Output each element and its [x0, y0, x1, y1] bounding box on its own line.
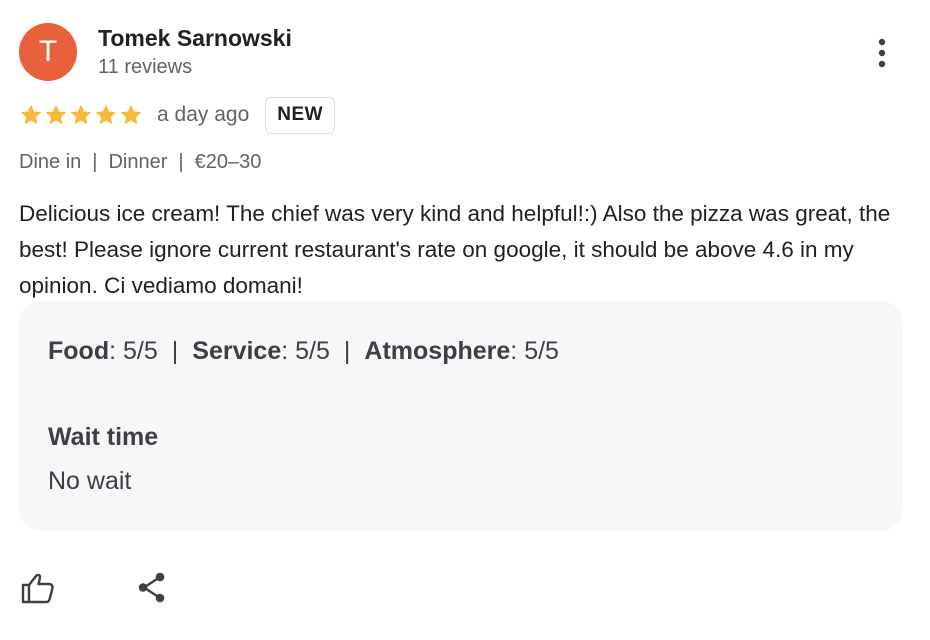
food-rating-value: 5/5	[123, 337, 158, 365]
rating-separator: |	[343, 337, 351, 365]
star-icon	[45, 104, 67, 125]
avatar[interactable]: T	[19, 23, 77, 81]
meta-meal-type: Dinner	[108, 151, 168, 173]
star-icon	[95, 104, 117, 125]
meta-separator: |	[178, 151, 184, 173]
food-rating-label: Food	[48, 337, 110, 365]
wait-time-label: Wait time	[48, 423, 159, 451]
share-button[interactable]	[132, 568, 172, 608]
atmosphere-rating-label: Atmosphere	[364, 337, 511, 365]
avatar-initial: T	[38, 35, 58, 68]
star-rating	[19, 103, 143, 127]
author-review-count: 11 reviews	[98, 56, 193, 78]
thumb-up-icon	[21, 573, 54, 604]
review-attributes: Food: 5/5 | Service: 5/5 | Atmosphere: 5…	[19, 301, 903, 531]
aspect-ratings: Food: 5/5 | Service: 5/5 | Atmosphere: 5…	[48, 337, 559, 365]
visit-meta: Dine in | Dinner | €20–30	[19, 151, 261, 174]
atmosphere-rating-value: 5/5	[524, 337, 559, 365]
meta-separator: |	[92, 151, 98, 173]
new-badge: NEW	[265, 96, 336, 134]
star-icon	[120, 104, 142, 125]
service-rating-value: 5/5	[295, 337, 330, 365]
rating-separator: |	[171, 337, 179, 365]
more-options-button[interactable]	[864, 34, 900, 74]
like-button[interactable]	[18, 568, 58, 608]
review-age: a day ago	[157, 103, 250, 126]
meta-price-range: €20–30	[194, 151, 262, 173]
review-card: T Tomek Sarnowski 11 reviews a day ago N…	[0, 0, 930, 640]
wait-time-value: No wait	[48, 467, 132, 495]
rating-row: a day ago NEW	[19, 96, 336, 134]
star-icon	[70, 104, 92, 125]
service-rating-label: Service	[192, 337, 282, 365]
meta-service-type: Dine in	[19, 151, 82, 173]
share-icon	[138, 572, 165, 603]
author-name[interactable]: Tomek Sarnowski	[98, 25, 292, 52]
more-vert-icon	[878, 38, 886, 68]
star-icon	[20, 104, 42, 125]
review-text: Delicious ice cream! The chief was very …	[19, 201, 891, 298]
